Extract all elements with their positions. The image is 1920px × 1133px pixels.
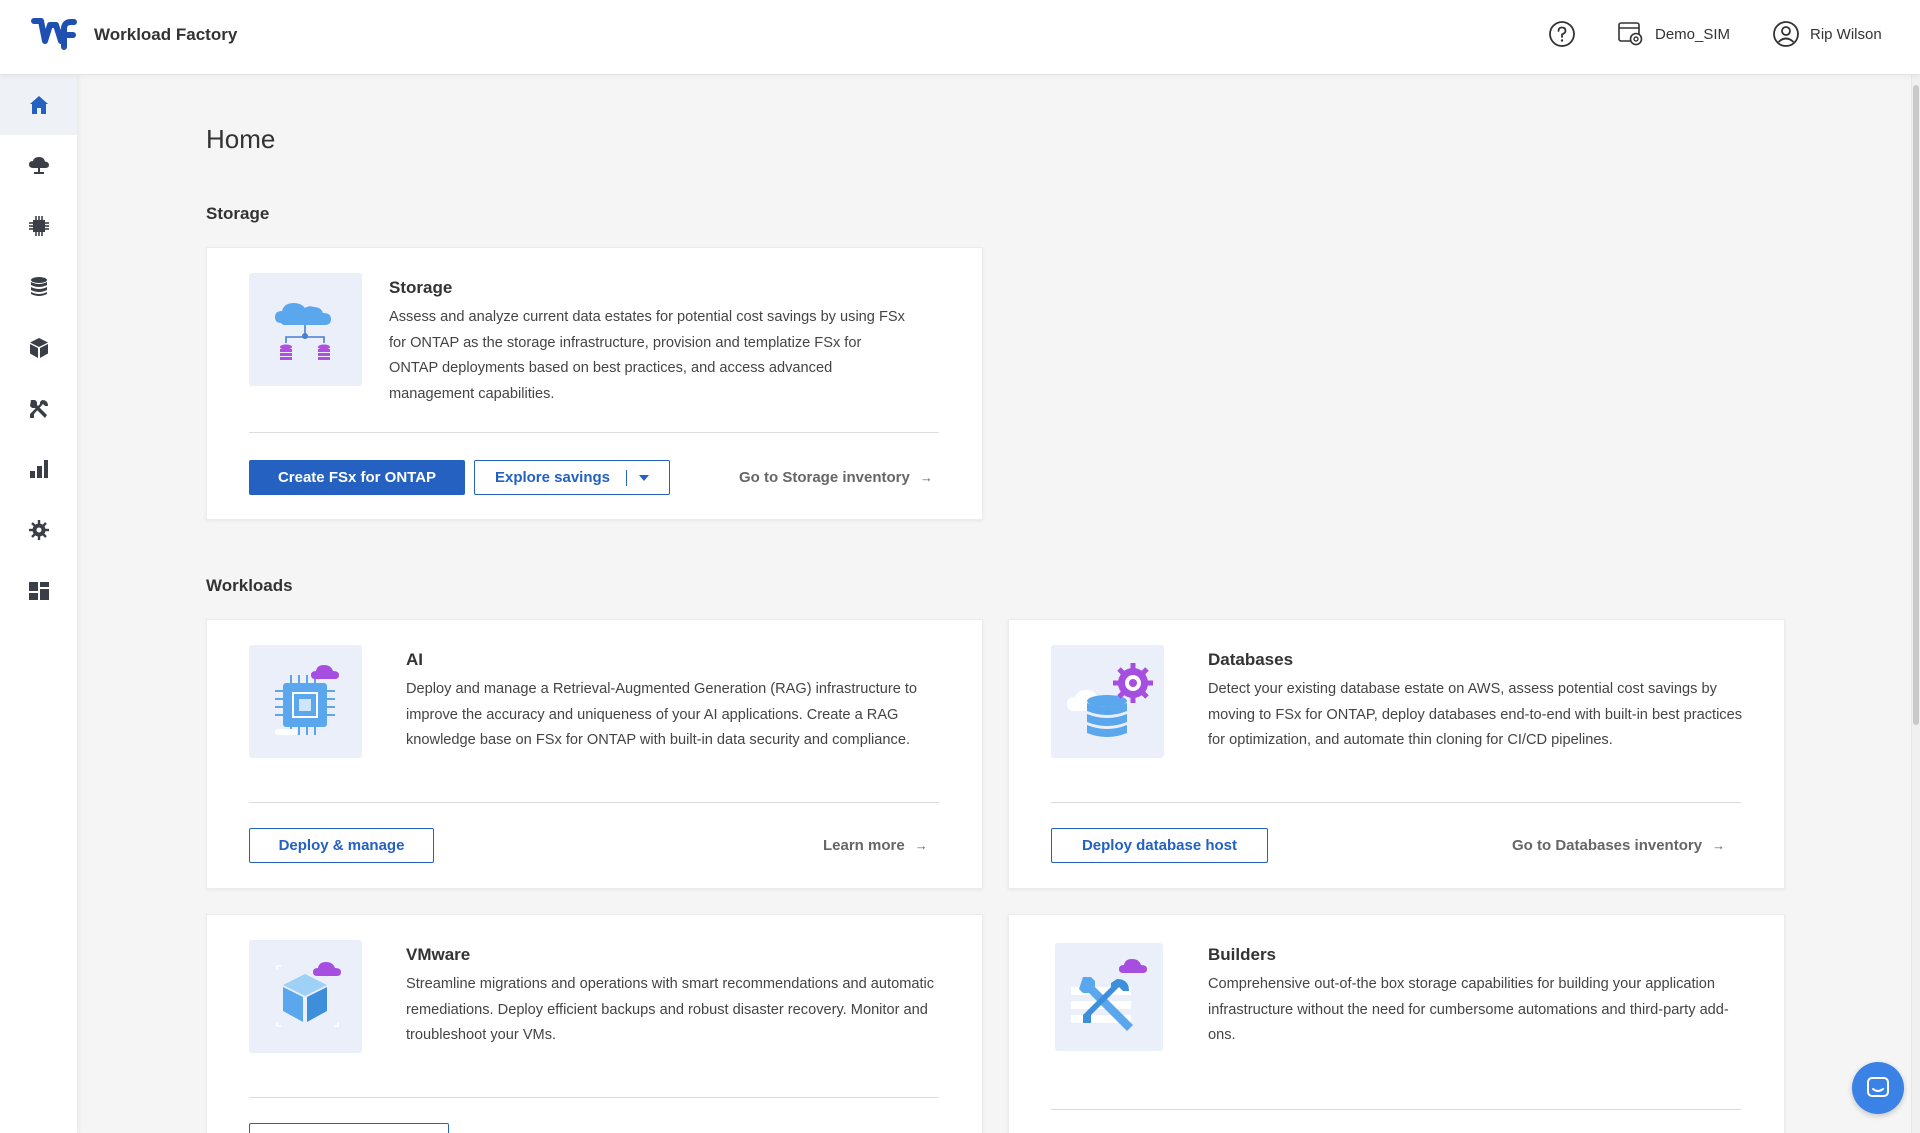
databases-illustration (1051, 645, 1164, 758)
scroll-thumb[interactable] (1913, 85, 1919, 725)
deploy-manage-button[interactable]: Deploy & manage (249, 828, 434, 863)
home-icon (29, 96, 48, 114)
split-separator (626, 469, 628, 486)
databases-card-title: Databases (1208, 650, 1294, 669)
sidebar-item-dashboard[interactable] (0, 561, 77, 621)
databases-card-divider (1051, 802, 1741, 803)
databases-inventory-link-label: Go to Databases inventory (1512, 837, 1703, 854)
page-title: Home (206, 124, 276, 154)
ai-illustration (249, 645, 362, 758)
arrow-right-icon: → (1712, 838, 1726, 853)
builders-card: Builders Comprehensive out-of-the box st… (1008, 914, 1785, 1133)
storage-card-title: Storage (389, 278, 453, 297)
chevron-down-icon[interactable] (639, 474, 650, 481)
sidebar-item-home[interactable] (0, 75, 77, 135)
help-icon (1549, 21, 1575, 47)
sidebar-item-builders[interactable] (0, 379, 77, 439)
account-settings-icon (1618, 22, 1643, 46)
arrow-right-icon: → (919, 470, 933, 485)
gear-network-icon (28, 520, 49, 540)
storage-card-divider (249, 432, 939, 433)
sidebar (0, 75, 77, 1133)
builders-card-divider (1051, 1109, 1741, 1110)
ai-card-description: Deploy and manage a Retrieval-Augmented … (406, 681, 918, 748)
ai-card-title: AI (406, 650, 423, 669)
vmware-card-title: VMware (406, 945, 471, 964)
workload-factory-logo[interactable] (31, 17, 77, 55)
tools-icon (29, 400, 48, 418)
vmware-card-description: Streamline migrations and operations wit… (406, 976, 935, 1043)
account-name: Demo_SIM (1655, 25, 1731, 43)
storage-card: Storage Assess and analyze current data … (206, 247, 983, 520)
explore-savings-label: Explore savings (494, 469, 611, 486)
cube-icon (29, 338, 48, 358)
ai-card: AI Deploy and manage a Retrieval-Augment… (206, 619, 983, 889)
storage-illustration (249, 273, 362, 386)
builders-card-title: Builders (1208, 945, 1277, 964)
create-fsx-button[interactable]: Create FSx for ONTAP (249, 460, 465, 495)
user-avatar-icon (1773, 21, 1799, 47)
bar-chart-icon (29, 460, 48, 478)
dashboard-icon (28, 582, 49, 600)
app-title: Workload Factory (94, 25, 238, 44)
storage-card-description: Assess and analyze current data estates … (389, 309, 905, 402)
user-name: Rip Wilson (1810, 25, 1882, 43)
vmware-card-divider (249, 1097, 939, 1098)
learn-more-link[interactable]: Learn more → (823, 837, 928, 854)
sidebar-item-ai[interactable] (0, 196, 77, 256)
sidebar-item-settings[interactable] (0, 500, 77, 560)
account-selector[interactable]: Demo_SIM (1617, 20, 1730, 48)
go-to-storage-inventory-link[interactable]: Go to Storage inventory → (739, 469, 933, 486)
arrow-right-icon: → (914, 838, 928, 853)
sidebar-item-vmware[interactable] (0, 318, 77, 378)
explore-savings-split-button[interactable]: Explore savings (474, 460, 670, 495)
section-title-storage: Storage (206, 204, 270, 223)
learn-more-link-label: Learn more (823, 837, 905, 854)
database-icon (30, 277, 47, 296)
vmware-card: VMware Streamline migrations and operati… (206, 914, 983, 1133)
user-menu[interactable]: Rip Wilson (1772, 20, 1882, 48)
builders-card-description: Comprehensive out-of-the box storage cap… (1208, 976, 1729, 1043)
chip-icon (28, 216, 49, 236)
section-title-workloads: Workloads (206, 576, 293, 595)
vmware-action-button[interactable] (249, 1123, 449, 1133)
builders-illustration (1055, 943, 1163, 1051)
page-scrollbar[interactable] (1911, 75, 1920, 1133)
storage-inventory-link-label: Go to Storage inventory (739, 469, 910, 486)
sidebar-item-storage[interactable] (0, 135, 77, 195)
sidebar-item-databases[interactable] (0, 257, 77, 317)
ai-card-divider (249, 802, 939, 803)
help-button[interactable] (1548, 20, 1576, 48)
go-to-databases-inventory-link[interactable]: Go to Databases inventory → (1512, 837, 1725, 854)
top-bar: Workload Factory Demo_SIM Rip Wilson (0, 0, 1920, 75)
chat-support-button[interactable] (1852, 1062, 1904, 1114)
databases-card-description: Detect your existing database estate on … (1208, 681, 1743, 748)
deploy-database-host-button[interactable]: Deploy database host (1051, 828, 1268, 863)
vmware-illustration (249, 940, 362, 1053)
chat-icon (1867, 1077, 1889, 1097)
sidebar-item-analytics[interactable] (0, 439, 77, 499)
cloud-storage-icon (28, 157, 49, 174)
databases-card: Databases Detect your existing database … (1008, 619, 1785, 889)
